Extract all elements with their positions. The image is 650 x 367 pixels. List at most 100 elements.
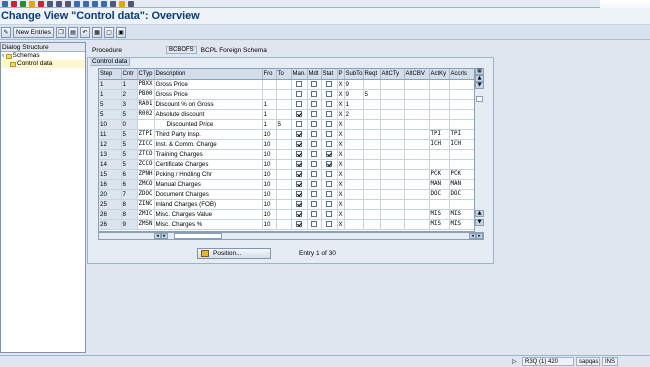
cell-actky[interactable] [429, 199, 450, 210]
cell-fro[interactable]: 10 [262, 219, 277, 230]
cell-to[interactable] [276, 179, 292, 190]
cell-desc[interactable]: Manual Charges [154, 179, 263, 190]
layout-icon[interactable] [128, 0, 134, 7]
cell-altcty[interactable] [380, 79, 405, 90]
cell-reqt[interactable] [363, 169, 381, 180]
table-row[interactable]: 14 5 ZCCO Certificate Charges 10 X [99, 159, 475, 170]
cell-subto[interactable] [344, 149, 364, 160]
next-page-icon[interactable] [92, 0, 98, 7]
transport-button[interactable]: ▣ [116, 26, 127, 38]
cell-desc[interactable]: Gross Price [154, 89, 263, 100]
cell-actky[interactable]: TPI [429, 129, 450, 140]
cell-reqt[interactable] [363, 139, 381, 150]
table-row[interactable]: 26 9 ZMSN Misc. Charges % 10 X MIS MIS [99, 219, 475, 230]
cell-reqt[interactable] [363, 109, 381, 120]
checkbox-stat[interactable] [326, 190, 332, 197]
cell-p[interactable]: X [337, 179, 345, 190]
column-header[interactable]: Fro [262, 69, 277, 80]
find-icon[interactable] [56, 0, 62, 7]
cell-altcty[interactable] [380, 159, 405, 170]
checkbox-man[interactable] [296, 140, 302, 147]
cell-fro[interactable]: 1 [262, 109, 277, 120]
cell-desc[interactable]: Inst. & Comm. Charge [154, 139, 263, 150]
cell-altcty[interactable] [380, 179, 405, 190]
table-row[interactable]: 1 2 PB00 Gross Price X 9 5 [99, 89, 475, 100]
cell-subto[interactable] [344, 129, 364, 140]
exit-icon[interactable] [29, 0, 35, 7]
select-all-button[interactable]: ▦ [92, 26, 103, 38]
checkbox-man[interactable] [296, 220, 302, 227]
checkbox-mdt[interactable] [311, 90, 317, 97]
cell-altcty[interactable] [380, 119, 405, 130]
cell-ctyp[interactable]: ZMSN [137, 219, 155, 230]
cell-p[interactable]: X [337, 99, 345, 110]
cell-subto[interactable] [344, 219, 364, 230]
checkbox-mdt[interactable] [311, 150, 317, 157]
cell-ctyp[interactable]: ZTPI [137, 129, 155, 140]
cell-desc[interactable]: Inland Charges (FOB) [154, 199, 263, 210]
cell-altcbv[interactable] [404, 99, 430, 110]
column-header[interactable]: Man. [291, 69, 308, 80]
table-row[interactable]: 25 8 ZINC Inland Charges (FOB) 10 X [99, 199, 475, 210]
cell-altcty[interactable] [380, 169, 405, 180]
cell-accrls[interactable]: MIS [449, 209, 475, 220]
cell-desc[interactable]: Third Party Insp. [154, 129, 263, 140]
cell-fro[interactable]: 10 [262, 159, 277, 170]
nav-item-schemas[interactable]: ▿ Schemas [1, 52, 85, 60]
cell-accrls[interactable]: DOC [449, 189, 475, 200]
cell-p[interactable]: X [337, 159, 345, 170]
cell-ctyp[interactable]: ZMCO [137, 179, 155, 190]
horizontal-scrollbar[interactable]: ◂ ▸ ◂ ▸ [98, 232, 484, 240]
cell-reqt[interactable] [363, 79, 381, 90]
cell-fro[interactable]: 10 [262, 209, 277, 220]
cell-ctyp[interactable]: RA01 [137, 99, 155, 110]
cell-ctyp[interactable]: ZPNH [137, 169, 155, 180]
cell-altcbv[interactable] [404, 79, 430, 90]
print-icon[interactable] [47, 0, 53, 7]
checkbox-man[interactable] [296, 160, 302, 167]
checkbox-mdt[interactable] [311, 200, 317, 207]
column-header[interactable]: ActKy [429, 69, 450, 80]
cell-reqt[interactable] [363, 179, 381, 190]
cell-accrls[interactable] [449, 199, 475, 210]
table-row[interactable]: 1 1 PBXX Gross Price X 9 [99, 79, 475, 90]
cell-fro[interactable]: 10 [262, 199, 277, 210]
column-header[interactable]: Step [99, 69, 122, 80]
scroll-up-bottom-icon[interactable]: ▲ [475, 210, 484, 217]
column-header[interactable]: Cntr [121, 69, 138, 80]
table-row[interactable]: 12 5 ZICC Inst. & Comm. Charge 10 X ICH ICH [99, 139, 475, 150]
first-page-icon[interactable] [74, 0, 80, 7]
scroll-down-bottom-icon[interactable]: ▼ [475, 219, 484, 226]
checkbox-stat[interactable] [326, 90, 332, 97]
cell-desc[interactable]: Absolute discount [154, 109, 263, 120]
table-row[interactable]: 26 8 ZMIC Misc. Charges Value 10 X MIS MIS [99, 209, 475, 220]
cell-altcty[interactable] [380, 129, 405, 140]
save-icon[interactable] [11, 0, 17, 7]
checkbox-stat[interactable] [326, 140, 332, 147]
status-arrow-icon[interactable]: ▷ [512, 358, 517, 365]
cell-to[interactable] [276, 139, 292, 150]
cell-to[interactable] [276, 79, 292, 90]
cell-altcty[interactable] [380, 89, 405, 100]
cell-accrls[interactable]: MIS [449, 219, 475, 230]
cell-ctyp[interactable]: ZCCO [137, 159, 155, 170]
checkbox-stat[interactable] [326, 130, 332, 137]
cell-actky[interactable]: MIS [429, 219, 450, 230]
cell-altcty[interactable] [380, 139, 405, 150]
table-row[interactable]: 5 3 RA01 Discount % on Gross 1 X 1 [99, 99, 475, 110]
cell-reqt[interactable]: 5 [363, 89, 381, 100]
cell-to[interactable] [276, 99, 292, 110]
cell-reqt[interactable] [363, 199, 381, 210]
cell-p[interactable]: X [337, 189, 345, 200]
delete-button[interactable]: ▤ [68, 26, 79, 38]
cell-fro[interactable] [262, 89, 277, 100]
cell-accrls[interactable] [449, 109, 475, 120]
checkbox-stat[interactable] [326, 160, 332, 167]
cell-p[interactable]: X [337, 129, 345, 140]
cell-to[interactable] [276, 89, 292, 100]
cell-accrls[interactable] [449, 79, 475, 90]
cell-actky[interactable]: ICH [429, 139, 450, 150]
checkbox-stat[interactable] [326, 100, 332, 107]
cell-desc[interactable]: Discount % on Gross [154, 99, 263, 110]
cell-altcbv[interactable] [404, 159, 430, 170]
